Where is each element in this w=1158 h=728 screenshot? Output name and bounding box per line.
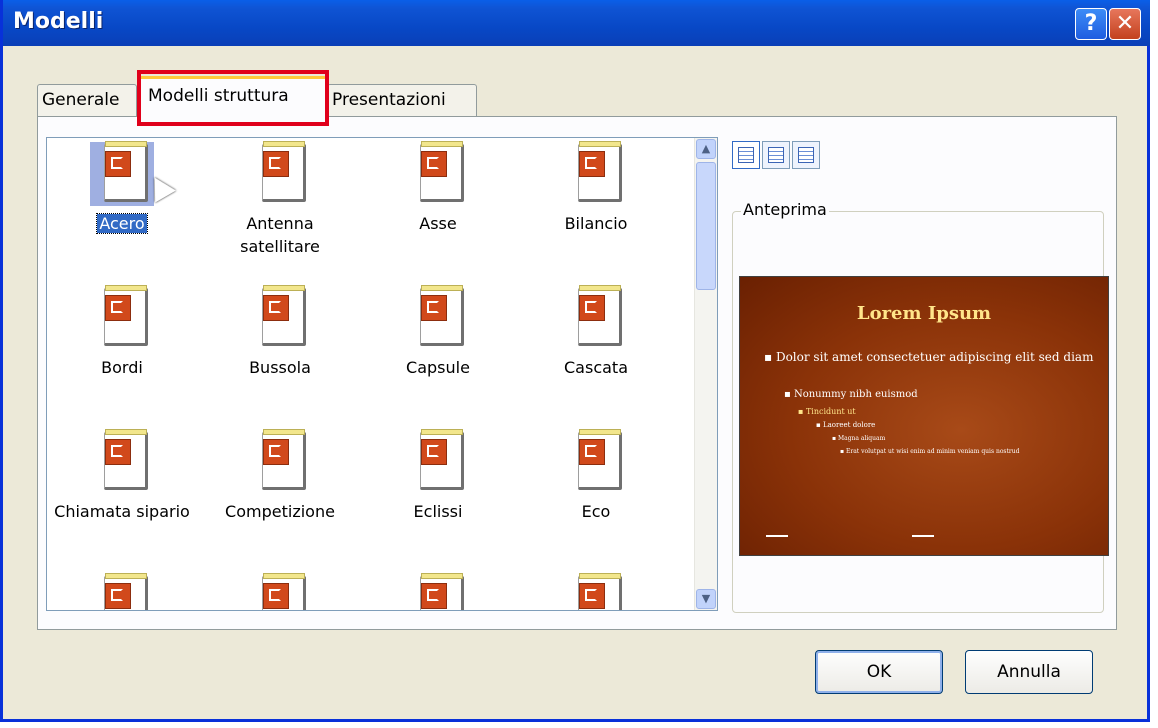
template-item[interactable]: Cascata xyxy=(521,285,671,379)
template-label: Asse xyxy=(419,214,457,233)
tab-highlight-box xyxy=(137,70,329,126)
template-icon xyxy=(248,573,312,610)
template-icon xyxy=(90,285,154,350)
template-icon xyxy=(406,141,470,206)
templates-dialog: Modelli ? ✕ Generale Modelli struttura P… xyxy=(0,0,1150,722)
scroll-up-button[interactable]: ▲ xyxy=(696,139,716,159)
preview-legend: Anteprima xyxy=(741,200,829,219)
template-item[interactable]: Asse xyxy=(363,141,513,235)
tab-generale[interactable]: Generale xyxy=(37,84,137,116)
template-label: Cascata xyxy=(564,358,628,377)
preview-slide: Lorem Ipsum ▪ Dolor sit amet consectetue… xyxy=(739,276,1109,556)
scroll-down-button[interactable]: ▼ xyxy=(696,589,716,609)
template-label: Eco xyxy=(581,502,611,521)
template-item-partial[interactable] xyxy=(47,573,197,610)
template-item[interactable]: Bordi xyxy=(47,285,197,379)
preview-footer-center xyxy=(912,535,934,537)
preview-slide-title: Lorem Ipsum xyxy=(856,303,992,324)
template-item[interactable]: Bussola xyxy=(205,285,355,379)
large-icons-view-icon xyxy=(738,147,754,163)
template-icon xyxy=(90,573,154,610)
template-item[interactable]: Eco xyxy=(521,429,671,523)
template-label: Acero xyxy=(96,213,148,234)
template-item[interactable]: Competizione xyxy=(205,429,355,523)
template-item[interactable]: Bilancio xyxy=(521,141,671,235)
preview-bullet-4: ▪ Laoreet dolore xyxy=(816,421,876,429)
preview-footer-left xyxy=(766,535,788,537)
tab-panel: Acero Antenna satellitare Asse Bilancio Bord… xyxy=(37,116,1117,630)
large-icons-view-button[interactable] xyxy=(732,141,760,169)
details-view-button[interactable] xyxy=(792,141,820,169)
window-title: Modelli xyxy=(13,9,104,34)
template-icon xyxy=(564,573,628,610)
vertical-scrollbar[interactable]: ▲ ▼ xyxy=(694,138,717,610)
template-icon xyxy=(406,429,470,494)
cancel-button[interactable]: Annulla xyxy=(965,650,1093,694)
template-label: Capsule xyxy=(406,358,470,377)
template-icon xyxy=(90,141,176,206)
preview-bullet-5: ▪ Magna aliquam xyxy=(832,435,886,442)
ok-button[interactable]: OK xyxy=(815,650,943,694)
template-item[interactable]: Chiamata sipario xyxy=(47,429,197,523)
template-label: Bilancio xyxy=(564,214,628,233)
preview-bullet-2: ▪ Nonummy nibh euismod xyxy=(784,389,918,400)
title-bar[interactable]: Modelli ? ✕ xyxy=(3,0,1150,46)
template-label: Chiamata sipario xyxy=(54,502,190,521)
close-button[interactable]: ✕ xyxy=(1109,8,1141,40)
template-label: Eclissi xyxy=(413,502,463,521)
tab-presentazioni[interactable]: Presentazioni xyxy=(327,84,477,116)
template-icon xyxy=(248,429,312,494)
template-icon xyxy=(406,285,470,350)
template-item[interactable]: Capsule xyxy=(363,285,513,379)
template-icon xyxy=(248,285,312,350)
template-label: Competizione xyxy=(225,502,335,521)
template-list[interactable]: Acero Antenna satellitare Asse Bilancio Bord… xyxy=(46,137,718,611)
template-label: Antenna satellitare xyxy=(240,214,320,256)
scroll-thumb[interactable] xyxy=(696,162,716,290)
template-icon xyxy=(564,285,628,350)
preview-bullet-6: ▪ Erat volutpat ut wisi enim ad minim ve… xyxy=(840,448,1020,455)
details-view-icon xyxy=(798,147,814,163)
template-icon xyxy=(564,429,628,494)
template-item[interactable]: Eclissi xyxy=(363,429,513,523)
preview-bullet-3: ▪ Tincidunt ut xyxy=(798,407,856,416)
preview-group: Anteprima Lorem Ipsum ▪ Dolor sit amet c… xyxy=(732,200,1109,613)
list-view-button[interactable] xyxy=(762,141,790,169)
template-icon xyxy=(248,141,312,206)
template-icon xyxy=(90,429,154,494)
preview-bullet-1: ▪ Dolor sit amet consectetuer adipiscing… xyxy=(764,350,1094,364)
list-view-icon xyxy=(768,147,784,163)
template-label: Bussola xyxy=(249,358,311,377)
template-label: Bordi xyxy=(101,358,143,377)
template-item-partial[interactable] xyxy=(205,573,355,610)
template-item[interactable]: Acero xyxy=(47,141,197,235)
template-item-partial[interactable] xyxy=(521,573,671,610)
template-item-partial[interactable] xyxy=(363,573,513,610)
mouse-cursor-icon xyxy=(144,171,176,203)
template-icon xyxy=(406,573,470,610)
template-icon xyxy=(564,141,628,206)
template-item[interactable]: Antenna satellitare xyxy=(205,141,355,258)
help-button[interactable]: ? xyxy=(1075,8,1107,40)
